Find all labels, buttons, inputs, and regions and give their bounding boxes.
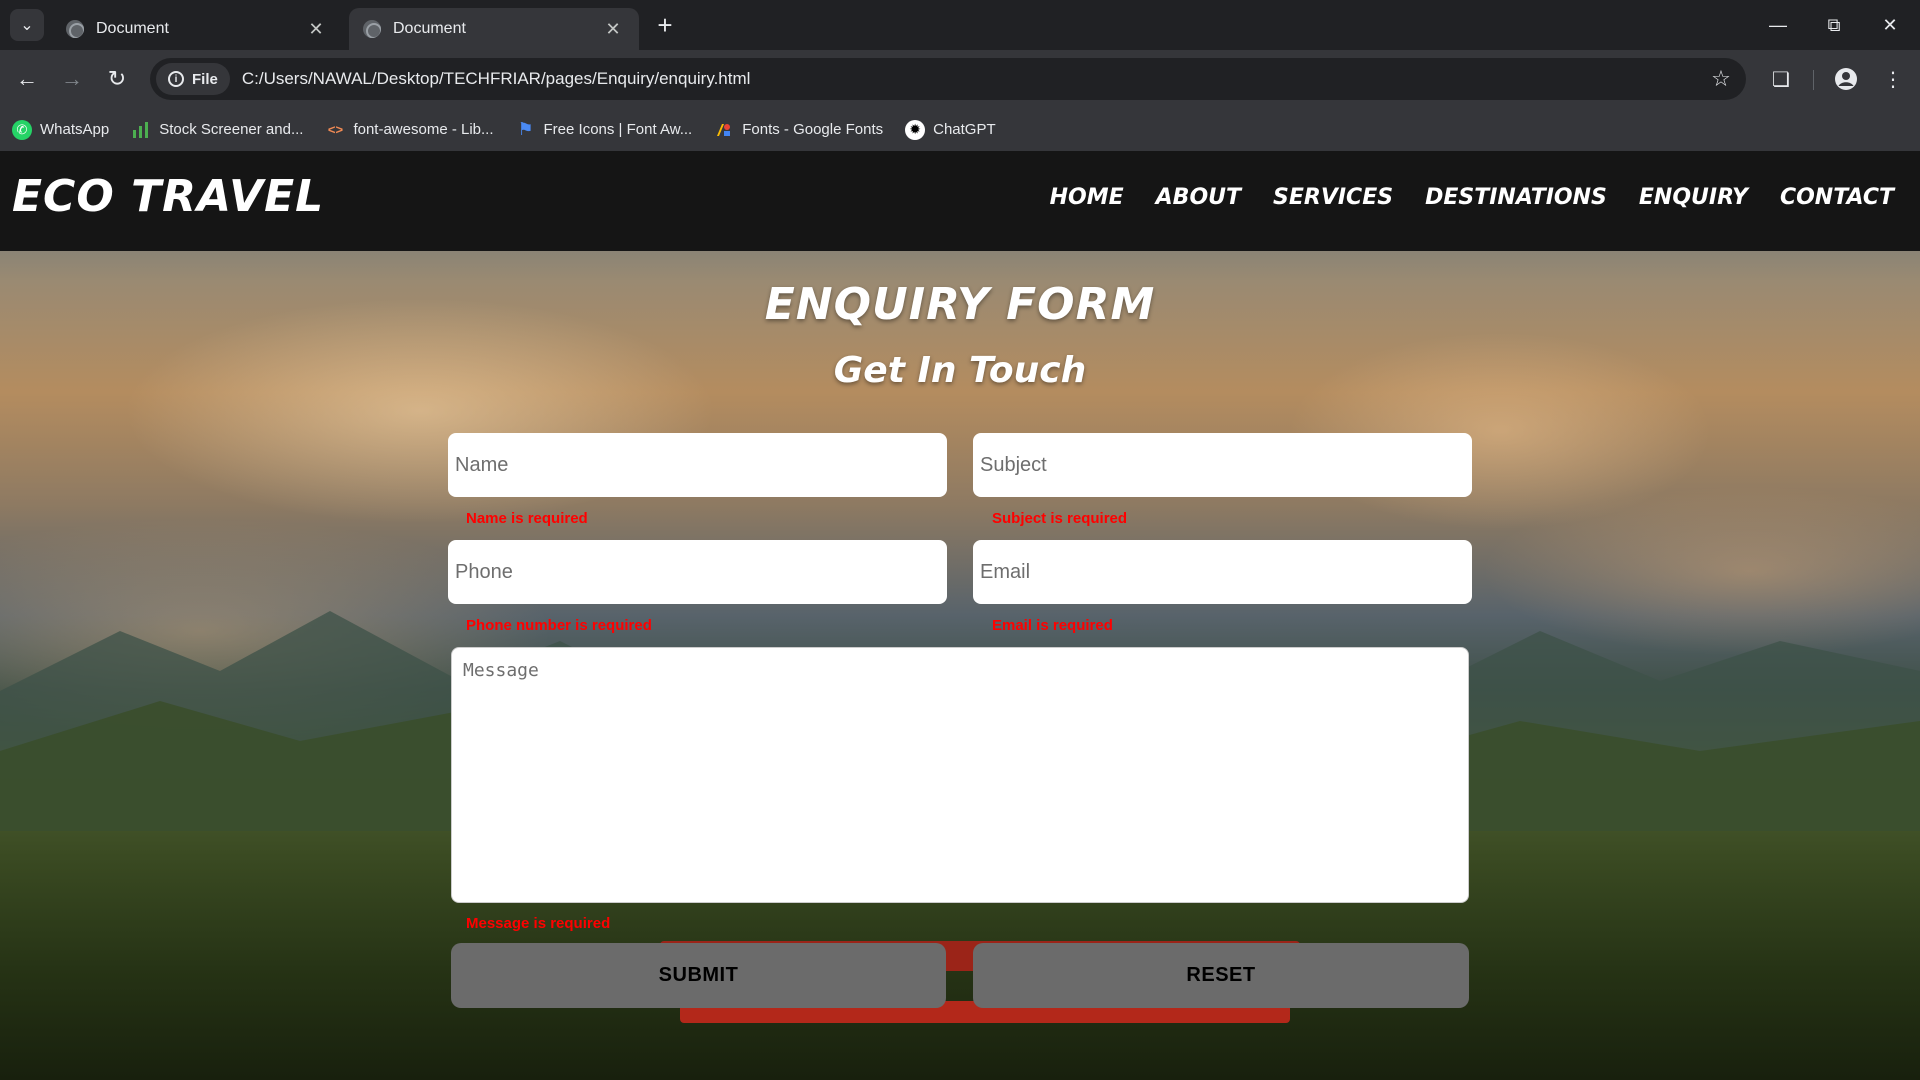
phone-input[interactable] xyxy=(448,540,947,604)
page-content: ECO TRAVEL HOME ABOUT SERVICES DESTINATI… xyxy=(0,151,1920,1080)
bookmark-whatsapp[interactable]: ✆ WhatsApp xyxy=(12,119,110,140)
new-tab-button[interactable]: + xyxy=(650,10,680,40)
phone-error: Phone number is required xyxy=(466,617,652,634)
nav-contact[interactable]: CONTACT xyxy=(1780,185,1894,210)
bookmark-chatgpt[interactable]: ✹ ChatGPT xyxy=(905,119,996,140)
email-error: Email is required xyxy=(992,617,1113,634)
tab-title: Document xyxy=(96,20,169,37)
bookmark-google-fonts[interactable]: Fonts - Google Fonts xyxy=(714,120,883,140)
bookmark-label: Stock Screener and... xyxy=(159,121,304,138)
site-info-label: File xyxy=(192,70,218,88)
tab-document-1[interactable]: Document ✕ xyxy=(52,8,342,50)
reload-button[interactable]: ↻ xyxy=(100,62,134,96)
google-fonts-icon xyxy=(714,120,734,140)
close-tab-icon[interactable]: ✕ xyxy=(601,17,625,41)
arrow-left-icon: ← xyxy=(16,66,38,91)
site-header: ECO TRAVEL HOME ABOUT SERVICES DESTINATI… xyxy=(0,151,1920,251)
restore-button[interactable]: ⧉ xyxy=(1806,0,1862,50)
close-window-button[interactable]: ✕ xyxy=(1862,0,1918,50)
subject-input[interactable] xyxy=(973,433,1472,497)
subject-error: Subject is required xyxy=(992,510,1128,527)
bookmark-free-icons[interactable]: ⚑ Free Icons | Font Aw... xyxy=(516,119,693,140)
name-error: Name is required xyxy=(466,510,588,527)
chatgpt-icon: ✹ xyxy=(905,119,926,140)
address-bar[interactable]: i File C:/Users/NAWAL/Desktop/TECHFRIAR/… xyxy=(150,58,1746,100)
arrow-right-icon: → xyxy=(61,66,83,91)
forward-button[interactable]: → xyxy=(55,62,89,96)
bookmark-label: font-awesome - Lib... xyxy=(353,121,494,138)
nav-about[interactable]: ABOUT xyxy=(1156,185,1241,210)
form-title: ENQUIRY FORM xyxy=(764,279,1156,330)
submit-button[interactable]: SUBMIT xyxy=(451,943,946,1008)
more-menu-icon[interactable]: ⋮ xyxy=(1876,62,1910,96)
code-icon: <> xyxy=(327,122,344,137)
bookmark-label: WhatsApp xyxy=(40,121,110,138)
info-icon: i xyxy=(168,71,184,87)
whatsapp-icon: ✆ xyxy=(12,119,32,140)
bar-chart-icon xyxy=(131,120,151,140)
bookmark-font-awesome-lib[interactable]: <> font-awesome - Lib... xyxy=(325,120,494,140)
name-input[interactable] xyxy=(448,433,947,497)
globe-icon xyxy=(363,20,381,38)
main-nav: HOME ABOUT SERVICES DESTINATIONS ENQUIRY… xyxy=(1050,185,1894,210)
browser-toolbar: ← → ↻ i File C:/Users/NAWAL/Desktop/TECH… xyxy=(0,50,1920,108)
site-info-chip[interactable]: i File xyxy=(156,63,230,95)
site-logo[interactable]: ECO TRAVEL xyxy=(12,171,324,222)
bookmark-star-icon[interactable]: ☆ xyxy=(1704,62,1738,96)
close-tab-icon[interactable]: ✕ xyxy=(304,17,328,41)
tab-search-button[interactable]: ⌄ xyxy=(10,9,44,41)
form-subtitle: Get In Touch xyxy=(833,350,1087,391)
bookmarks-bar: ✆ WhatsApp Stock Screener and... <> font… xyxy=(0,108,1920,151)
bookmark-label: ChatGPT xyxy=(933,121,996,138)
url-text[interactable]: C:/Users/NAWAL/Desktop/TECHFRIAR/pages/E… xyxy=(242,69,1704,89)
tab-title: Document xyxy=(393,20,466,37)
flag-icon: ⚑ xyxy=(517,119,534,139)
nav-enquiry[interactable]: ENQUIRY xyxy=(1639,185,1748,210)
chevron-down-icon: ⌄ xyxy=(20,17,34,34)
message-textarea[interactable] xyxy=(451,647,1469,903)
bookmark-stock-screener[interactable]: Stock Screener and... xyxy=(131,120,303,140)
bookmark-label: Free Icons | Font Aw... xyxy=(543,121,693,138)
globe-icon xyxy=(66,20,84,38)
tab-strip: ⌄ Document ✕ Document ✕ + — ⧉ ✕ xyxy=(0,0,1920,50)
minimize-button[interactable]: — xyxy=(1750,0,1806,50)
nav-home[interactable]: HOME xyxy=(1050,185,1124,210)
profile-avatar-icon[interactable] xyxy=(1829,62,1863,96)
reset-button[interactable]: RESET xyxy=(973,943,1469,1008)
back-button[interactable]: ← xyxy=(10,62,44,96)
nav-destinations[interactable]: DESTINATIONS xyxy=(1425,185,1607,210)
toolbar-divider xyxy=(1813,70,1814,90)
extensions-icon[interactable]: ❏ xyxy=(1764,62,1798,96)
message-error: Message is required xyxy=(466,915,611,932)
bookmark-label: Fonts - Google Fonts xyxy=(742,121,884,138)
email-input[interactable] xyxy=(973,540,1472,604)
tab-document-2[interactable]: Document ✕ xyxy=(349,8,639,50)
nav-services[interactable]: SERVICES xyxy=(1273,185,1393,210)
reload-icon: ↻ xyxy=(107,66,127,91)
